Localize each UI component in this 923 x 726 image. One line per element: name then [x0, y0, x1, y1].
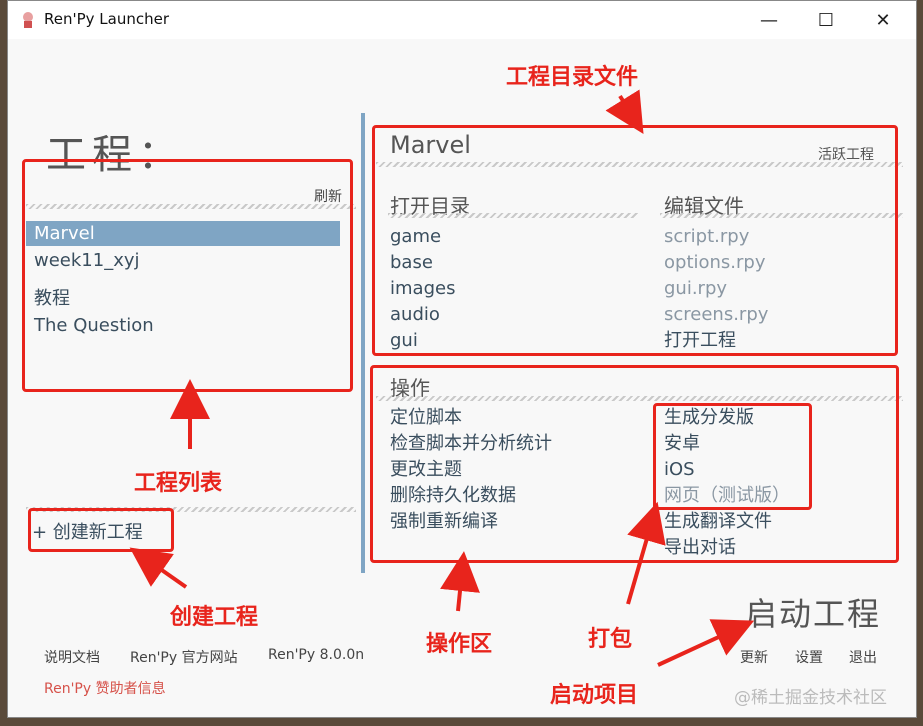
panel-divider: [361, 113, 365, 573]
version-link[interactable]: Ren'Py 8.0.0n: [268, 647, 364, 663]
annotation-box-create-project: [28, 508, 174, 552]
close-button[interactable]: ✕: [863, 7, 903, 33]
annotation-box-actions: [370, 365, 899, 563]
annotation-label-project-dir: 工程目录文件: [506, 65, 639, 90]
annotation-label-create-project: 创建工程: [170, 605, 259, 630]
docs-link[interactable]: 说明文档: [44, 647, 100, 667]
annotation-label-package: 打包: [588, 627, 633, 652]
update-link[interactable]: 更新: [740, 647, 768, 667]
annotation-label-launch-project: 启动项目: [550, 683, 639, 708]
arrow-to-create-project: [129, 547, 188, 589]
arrow-to-project-dir: [605, 89, 644, 135]
launch-project-button[interactable]: 启动工程: [745, 589, 881, 635]
arrow-to-action-area: [440, 551, 480, 612]
annotation-label-action-area: 操作区: [426, 632, 493, 657]
minimize-button[interactable]: —: [749, 7, 789, 33]
window-title: Ren'Py Launcher: [44, 10, 170, 28]
annotation-box-project-dirs: [372, 125, 898, 356]
sponsor-link[interactable]: Ren'Py 赞助者信息: [44, 678, 166, 698]
renpy-launcher-window: Ren'Py Launcher — ☐ ✕ 工程： 刷新 Marvel week…: [7, 0, 917, 718]
website-link[interactable]: Ren'Py 官方网站: [130, 647, 238, 667]
renpy-app-icon: [23, 12, 33, 28]
arrow-to-launch: [657, 619, 755, 667]
annotation-label-project-list: 工程列表: [134, 471, 223, 496]
maximize-button[interactable]: ☐: [806, 7, 846, 33]
quit-link[interactable]: 退出: [849, 647, 877, 667]
annotation-box-project-list: [22, 159, 353, 392]
title-bar: Ren'Py Launcher — ☐ ✕: [8, 1, 916, 39]
annotation-box-package: [653, 403, 812, 510]
settings-link[interactable]: 设置: [795, 647, 823, 667]
watermark: @稀土掘金技术社区: [734, 688, 887, 708]
